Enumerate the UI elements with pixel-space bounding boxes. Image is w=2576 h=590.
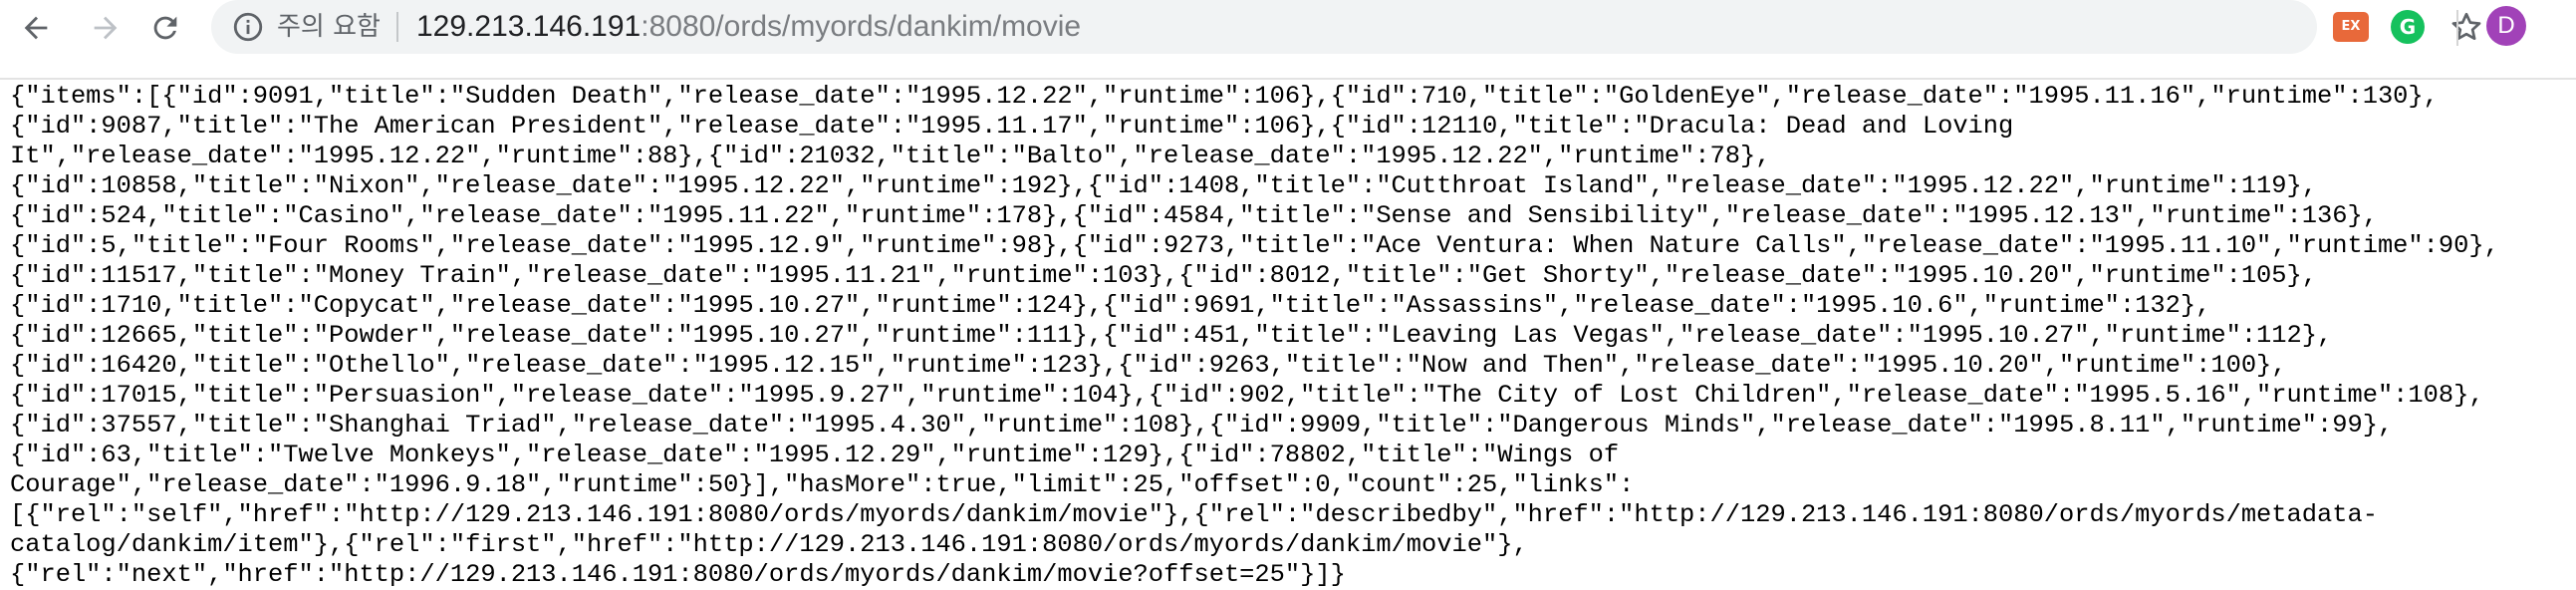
json-text-line: {"id":12665,"title":"Powder","release_da…	[10, 321, 2333, 350]
json-text-line: {"id":16420,"title":"Othello","release_d…	[10, 351, 2287, 380]
json-text-line: {"id":5,"title":"Four Rooms","release_da…	[10, 231, 2499, 260]
url-host: 129.213.146.191	[416, 10, 642, 43]
address-divider	[396, 12, 398, 42]
security-status-label[interactable]: 주의 요함	[277, 0, 381, 54]
json-text-line: catalog/dankim/item"},{"rel":"first","hr…	[10, 530, 1528, 559]
url-path: :8080/ords/myords/dankim/movie	[641, 10, 1082, 43]
json-text-line: {"id":524,"title":"Casino","release_date…	[10, 201, 2378, 230]
address-bar[interactable]: 주의 요함 129.213.146.191:8080/ords/myords/d…	[211, 0, 2481, 54]
json-text-line: {"items":[{"id":9091,"title":"Sudden Dea…	[10, 82, 2439, 111]
json-text-line: Courage","release_date":"1996.9.18","run…	[10, 470, 1635, 499]
json-text-line: {"id":17015,"title":"Persuasion","releas…	[10, 381, 2484, 410]
forward-button[interactable]	[86, 8, 126, 48]
json-text-line: {"rel":"next","href":"http://129.213.146…	[10, 560, 1346, 589]
json-text-line: {"id":10858,"title":"Nixon","release_dat…	[10, 171, 2318, 200]
json-text-line: It","release_date":"1995.12.22","runtime…	[10, 142, 1771, 170]
profile-avatar[interactable]: D	[2486, 6, 2526, 46]
json-response-body: {"items":[{"id":9091,"title":"Sudden Dea…	[10, 82, 2560, 590]
json-text-line: [{"rel":"self","href":"http://129.213.14…	[10, 500, 2378, 529]
json-text-line: {"id":9087,"title":"The American Preside…	[10, 112, 2014, 141]
arrow-right-icon	[94, 16, 118, 40]
extension-grammarly-icon[interactable]: G	[2391, 10, 2425, 44]
reload-button[interactable]	[145, 8, 185, 48]
bookmark-star-icon[interactable]	[2448, 9, 2484, 45]
toolbar-divider	[2456, 10, 2458, 46]
json-text-line: {"id":63,"title":"Twelve Monkeys","relea…	[10, 441, 1620, 469]
arrow-left-icon	[24, 16, 48, 40]
json-text-line: {"id":11517,"title":"Money Train","relea…	[10, 261, 2318, 290]
json-text-line: {"id":1710,"title":"Copycat","release_da…	[10, 291, 2211, 320]
url-text[interactable]: 129.213.146.191:8080/ords/myords/dankim/…	[416, 0, 1081, 54]
info-icon[interactable]	[231, 10, 265, 44]
browser-toolbar: 주의 요함 129.213.146.191:8080/ords/myords/d…	[0, 0, 2576, 80]
json-text-line: {"id":37557,"title":"Shanghai Triad","re…	[10, 411, 2394, 440]
back-button[interactable]	[16, 8, 56, 48]
extension-ex-icon[interactable]: EX	[2333, 12, 2369, 42]
reload-icon	[153, 16, 177, 40]
